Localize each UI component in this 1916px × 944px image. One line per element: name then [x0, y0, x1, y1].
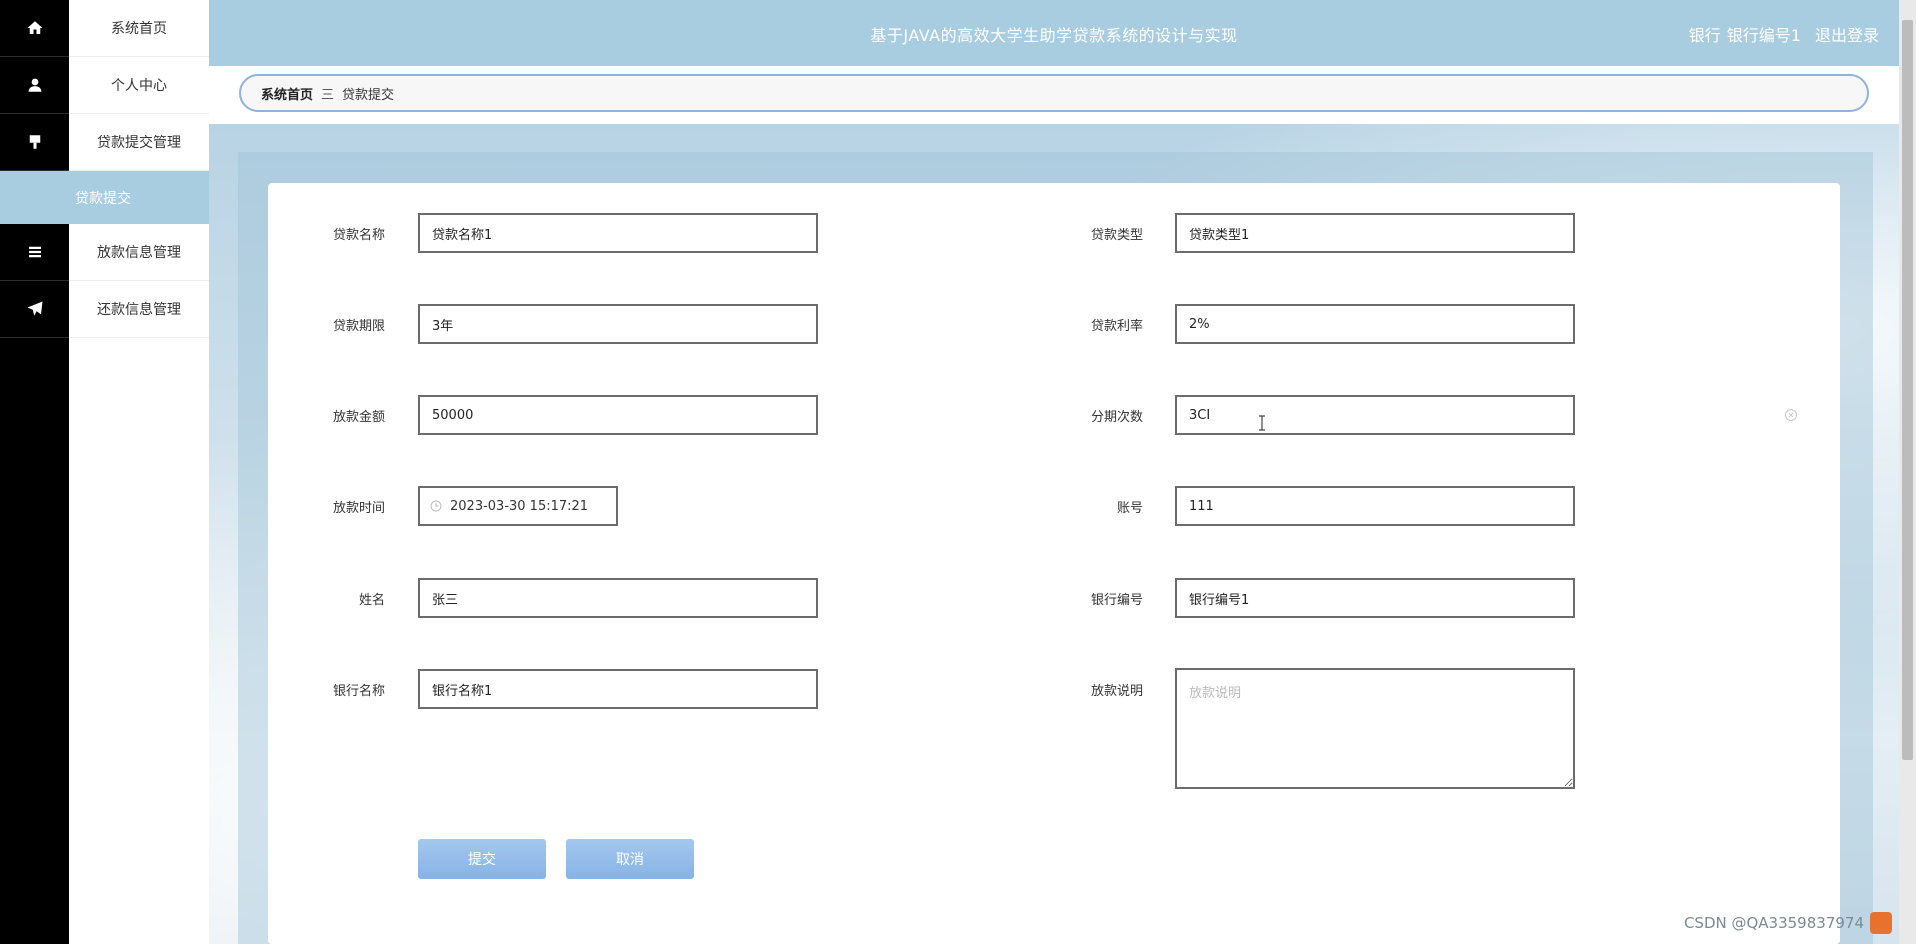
loan-name-label: 贷款名称	[332, 228, 385, 243]
sidebar-item-disbursement-mgmt[interactable]: 放款信息管理	[69, 224, 209, 281]
bank-code-label: 银行编号	[1090, 593, 1143, 608]
breadcrumb-bar: 系统首页 三 贷款提交	[209, 66, 1899, 124]
header-user-area: 银行 银行编号1 退出登录	[1689, 22, 1879, 46]
name-label: 姓名	[358, 593, 385, 608]
loan-time-value: 2023-03-30 15:17:21	[450, 498, 589, 514]
loan-term-input[interactable]	[418, 304, 818, 344]
list-icon	[28, 246, 41, 258]
installments-input[interactable]	[1175, 395, 1575, 435]
csdn-logo-icon	[1870, 912, 1892, 934]
loan-rate-input[interactable]	[1175, 304, 1575, 344]
page-scrollbar[interactable]	[1899, 0, 1916, 944]
watermark: CSDN @QA3359837974	[1684, 912, 1892, 934]
rail-disbursement[interactable]	[0, 224, 69, 281]
loan-form: 贷款名称 贷款类型 贷款期限 贷款利率 放款金额 分期次数 放款时间 2023-…	[268, 183, 1840, 944]
sidebar-item-home[interactable]: 系统首页	[69, 0, 209, 57]
sidebar-menu: 系统首页 个人中心 贷款提交管理 放款信息管理 还款信息管理	[69, 0, 209, 944]
clock-icon	[430, 500, 442, 512]
site-title: 基于JAVA的高效大学生助学贷款系统的设计与实现	[870, 26, 1238, 45]
bank-name-input[interactable]	[418, 669, 818, 709]
loan-time-picker[interactable]: 2023-03-30 15:17:21	[418, 486, 618, 526]
sidebar-item-repayment-mgmt[interactable]: 还款信息管理	[69, 281, 209, 338]
name-input[interactable]	[418, 578, 818, 618]
breadcrumb-current: 贷款提交	[342, 87, 395, 103]
sidebar-item-profile[interactable]: 个人中心	[69, 57, 209, 114]
loan-type-input[interactable]	[1175, 213, 1575, 253]
breadcrumb: 系统首页 三 贷款提交	[239, 74, 1869, 112]
loan-time-label: 放款时间	[332, 501, 385, 516]
user-role: 银行	[1688, 26, 1721, 45]
scrollbar-thumb[interactable]	[1902, 20, 1913, 760]
user-icon	[28, 78, 41, 92]
top-header: 基于JAVA的高效大学生助学贷款系统的设计与实现 银行 银行编号1 退出登录	[209, 0, 1899, 66]
logout-link[interactable]: 退出登录	[1815, 22, 1879, 46]
account-input[interactable]	[1175, 486, 1575, 526]
clear-circle-icon[interactable]	[1784, 408, 1798, 422]
breadcrumb-separator: 三	[321, 87, 335, 103]
submit-button[interactable]: 提交	[418, 839, 546, 879]
loan-amount-label: 放款金额	[332, 410, 385, 425]
rail-home[interactable]	[0, 0, 69, 57]
breadcrumb-home[interactable]: 系统首页	[261, 84, 313, 103]
cancel-button[interactable]: 取消	[566, 839, 694, 879]
send-icon	[27, 301, 42, 316]
installments-label: 分期次数	[1090, 410, 1143, 425]
text-cursor-icon	[1259, 415, 1265, 431]
loan-note-textarea[interactable]	[1175, 668, 1575, 789]
sidebar-item-loan-submit-mgmt[interactable]: 贷款提交管理	[69, 114, 209, 171]
loan-note-label: 放款说明	[1090, 684, 1143, 699]
account-label: 账号	[1116, 501, 1143, 516]
rail-loan-submit[interactable]	[0, 114, 69, 171]
loan-type-label: 贷款类型	[1090, 228, 1143, 243]
rail-repayment[interactable]	[0, 281, 69, 338]
flag-icon	[29, 135, 40, 149]
loan-name-input[interactable]	[418, 213, 818, 253]
home-icon	[27, 21, 42, 34]
icon-rail	[0, 0, 69, 944]
bank-code-input[interactable]	[1175, 578, 1575, 618]
loan-rate-label: 贷款利率	[1090, 319, 1143, 334]
rail-user[interactable]	[0, 57, 69, 114]
loan-amount-input[interactable]	[418, 395, 818, 435]
watermark-text: CSDN @QA3359837974	[1683, 914, 1864, 932]
loan-term-label: 贷款期限	[332, 319, 385, 334]
user-name: 银行编号1	[1726, 26, 1801, 45]
bank-name-label: 银行名称	[332, 684, 385, 699]
sidebar-subitem-loan-submit[interactable]: 贷款提交	[0, 171, 209, 224]
